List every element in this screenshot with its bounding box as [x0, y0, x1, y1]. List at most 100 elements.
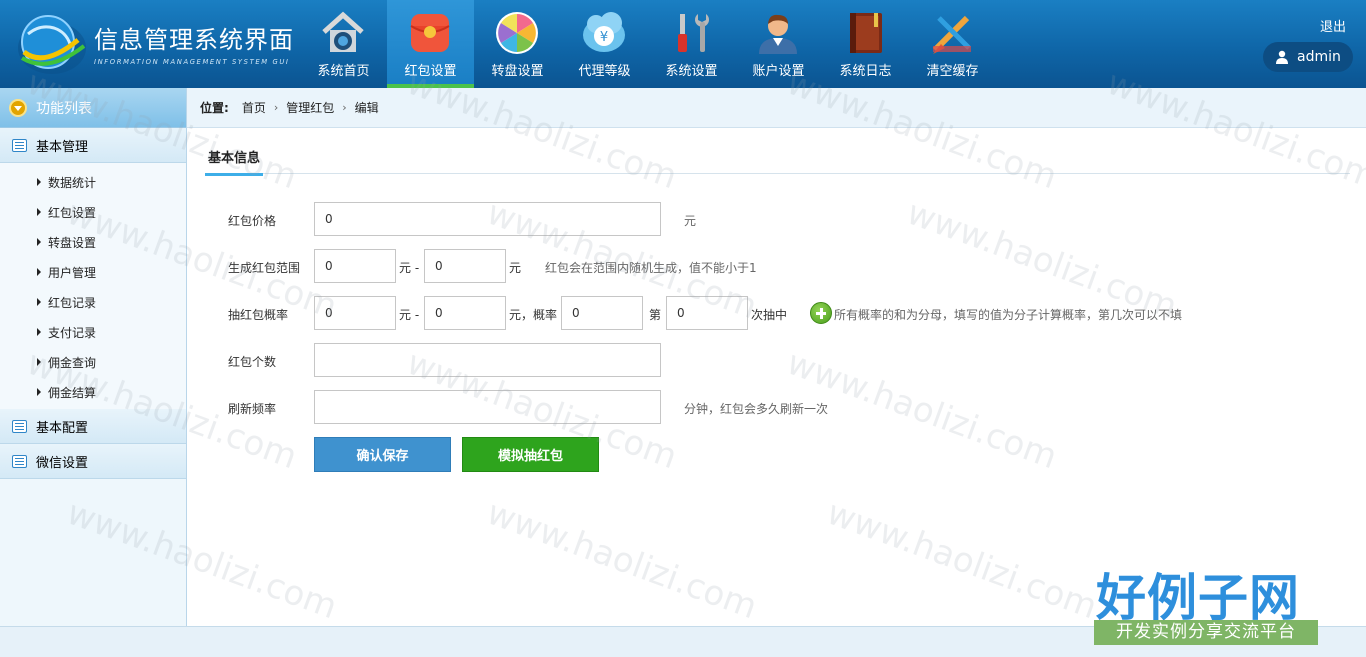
home-icon: [322, 11, 364, 52]
caret-right-icon: [37, 298, 41, 306]
sidebar-group-basic-config[interactable]: 基本配置: [0, 409, 186, 444]
sidebar-item-label: 红包设置: [48, 205, 97, 220]
nav-red-envelope[interactable]: 红包设置: [387, 0, 474, 88]
range-label: 生成红包范围: [228, 261, 301, 275]
prob-rate-input[interactable]: [561, 296, 643, 330]
sidebar-item-commission-settlement[interactable]: 佣金结算: [0, 377, 186, 407]
sidebar-item-label: 佣金查询: [48, 355, 97, 370]
logout-link[interactable]: 退出: [1320, 16, 1346, 35]
nav-label: 系统设置: [665, 64, 718, 79]
caret-right-icon: [37, 238, 41, 246]
user-avatar-icon: [1276, 50, 1288, 64]
prob-nth-label: 第: [649, 308, 662, 322]
list-icon: [12, 138, 27, 152]
range-separator: 元 -: [399, 261, 420, 275]
list-icon: [12, 419, 27, 433]
svg-text:¥: ¥: [600, 30, 608, 45]
caret-right-icon: [37, 268, 41, 276]
sidebar-item-wheel[interactable]: 转盘设置: [0, 227, 186, 257]
breadcrumb-manage[interactable]: 管理红包: [286, 99, 334, 116]
prob-min-input[interactable]: [314, 296, 396, 330]
top-nav: 系统首页 红包设置 转盘设置 ¥ 代理等级 系统设置 账户设置 系统日志 清空缓…: [300, 0, 996, 88]
tab-bar: 基本信息: [205, 143, 1350, 176]
form-row-price: 红包价格 元: [187, 202, 1366, 236]
nav-label: 红包设置: [404, 64, 457, 79]
sidebar-item-red-envelope-records[interactable]: 红包记录: [0, 287, 186, 317]
app-logo: 信息管理系统界面 INFORMATION MANAGEMENT SYSTEM G…: [8, 8, 298, 80]
simulate-draw-button[interactable]: 模拟抽红包: [462, 437, 599, 472]
user-icon: [759, 14, 797, 54]
save-button[interactable]: 确认保存: [314, 437, 451, 472]
breadcrumb: 位置: 首页 › 管理红包 › 编辑: [187, 88, 1366, 128]
nav-wheel[interactable]: 转盘设置: [474, 0, 561, 88]
form-row-refresh: 刷新频率 分钟，红包会多久刷新一次: [187, 390, 1366, 424]
nav-system-settings[interactable]: 系统设置: [648, 0, 735, 88]
nav-label: 系统日志: [839, 64, 892, 79]
sidebar-group-wechat[interactable]: 微信设置: [0, 444, 186, 479]
nav-account-settings[interactable]: 账户设置: [735, 0, 822, 88]
sidebar-item-data-stats[interactable]: 数据统计: [0, 167, 186, 197]
refresh-input[interactable]: [314, 390, 661, 424]
add-row-icon[interactable]: [810, 302, 832, 324]
refresh-label: 刷新频率: [228, 402, 277, 416]
breadcrumb-home[interactable]: 首页: [242, 99, 266, 116]
sidebar-item-commission-query[interactable]: 佣金查询: [0, 347, 186, 377]
form-row-probability: 抽红包概率 元 - 元，概率 第 次抽中 所有概率的和为分母，填写的值为分子计算…: [187, 296, 1366, 330]
sidebar-group-label: 微信设置: [36, 455, 89, 471]
main-content: 位置: 首页 › 管理红包 › 编辑 基本信息 红包价格 元 生成红包范围 元 …: [187, 88, 1366, 626]
sidebar-item-label: 转盘设置: [48, 235, 97, 250]
sidebar-group-label: 基本配置: [36, 420, 89, 436]
nav-clear-cache[interactable]: 清空缓存: [909, 0, 996, 88]
red-envelope-icon: [410, 14, 450, 52]
brand-watermark: 好例子网 开发实例分享交流平台: [1094, 558, 1324, 648]
prob-max-input[interactable]: [424, 296, 506, 330]
prob-nth-input[interactable]: [666, 296, 748, 330]
nav-home[interactable]: 系统首页: [300, 0, 387, 88]
caret-right-icon: [37, 328, 41, 336]
sidebar-submenu: 数据统计 红包设置 转盘设置 用户管理 红包记录 支付记录 佣金查询 佣金结算: [0, 163, 186, 409]
nav-label: 系统首页: [317, 64, 370, 79]
range-min-input[interactable]: [314, 249, 396, 283]
prob-label: 抽红包概率: [228, 308, 289, 322]
top-header: 信息管理系统界面 INFORMATION MANAGEMENT SYSTEM G…: [0, 0, 1366, 88]
sidebar-group-basic-management[interactable]: 基本管理: [0, 128, 186, 163]
brand-watermark-subtitle: 开发实例分享交流平台: [1094, 620, 1318, 645]
form-actions: 确认保存 模拟抽红包: [187, 437, 1366, 472]
prob-suffix: 次抽中: [751, 308, 788, 322]
sidebar-header[interactable]: 功能列表: [0, 88, 186, 128]
sidebar-item-label: 红包记录: [48, 295, 97, 310]
nav-label: 清空缓存: [926, 64, 979, 79]
user-badge[interactable]: admin: [1263, 42, 1353, 72]
sidebar-item-red-envelope[interactable]: 红包设置: [0, 197, 186, 227]
nav-system-log[interactable]: 系统日志: [822, 0, 909, 88]
sidebar-item-users[interactable]: 用户管理: [0, 257, 186, 287]
price-input[interactable]: [314, 202, 661, 236]
sidebar-item-label: 支付记录: [48, 325, 97, 340]
range-max-input[interactable]: [424, 249, 506, 283]
range-hint: 红包会在范围内随机生成，值不能小于1: [545, 261, 757, 275]
caret-right-icon: [37, 358, 41, 366]
prob-hint: 所有概率的和为分母，填写的值为分子计算概率，第几次可以不填: [834, 308, 1183, 322]
form-row-count: 红包个数: [187, 343, 1366, 377]
sidebar-item-label: 数据统计: [48, 175, 97, 190]
sidebar: 功能列表 基本管理 数据统计 红包设置 转盘设置 用户管理 红包记录 支付记录 …: [0, 88, 187, 626]
refresh-hint: 分钟，红包会多久刷新一次: [684, 402, 829, 416]
sidebar-group-label: 基本管理: [36, 139, 89, 155]
nav-agent-level[interactable]: ¥ 代理等级: [561, 0, 648, 88]
price-label: 红包价格: [228, 214, 277, 228]
range-unit: 元: [509, 261, 522, 275]
form-row-range: 生成红包范围 元 - 元 红包会在范围内随机生成，值不能小于1: [187, 249, 1366, 283]
breadcrumb-prefix: 位置:: [200, 101, 229, 115]
sidebar-title: 功能列表: [36, 100, 92, 117]
count-input[interactable]: [314, 343, 661, 377]
tools-icon: [678, 14, 709, 52]
prob-separator: 元 -: [399, 308, 420, 322]
tab-basic-info[interactable]: 基本信息: [205, 143, 264, 176]
breadcrumb-separator-icon: ›: [342, 101, 347, 114]
list-icon: [12, 454, 27, 468]
prob-rate-label: 元，概率: [509, 308, 558, 322]
app-title: 信息管理系统界面: [94, 26, 294, 54]
money-icon: ¥: [583, 12, 625, 52]
nav-label: 转盘设置: [491, 64, 544, 79]
sidebar-item-payment-records[interactable]: 支付记录: [0, 317, 186, 347]
